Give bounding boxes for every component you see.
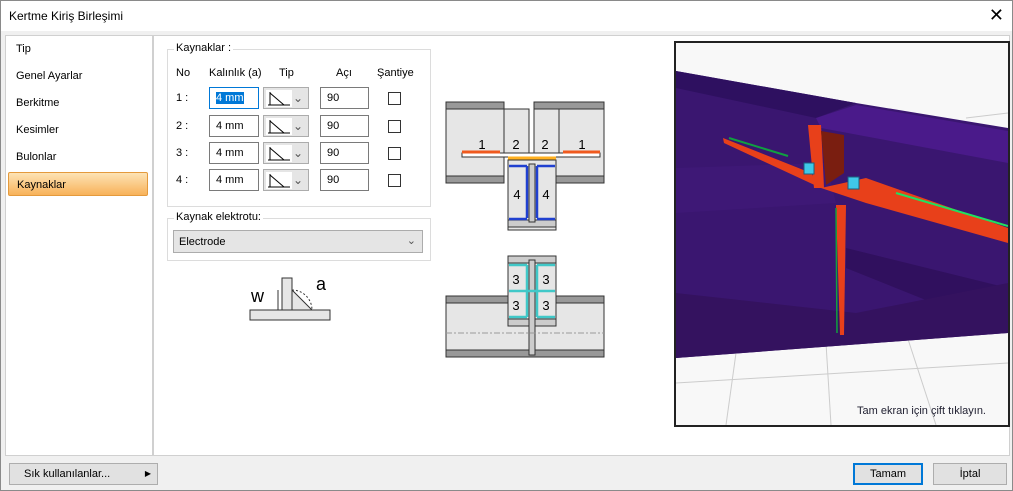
header-type: Tip (279, 67, 294, 79)
weld-angle-input[interactable]: 90 (320, 87, 369, 109)
dialog-window: Kertme Kiriş Birleşimi ✕ Tip Genel Ayarl… (0, 0, 1013, 491)
diagram-label-3: 3 (512, 272, 519, 287)
diagram-label-1: 1 (578, 137, 585, 152)
title-bar: Kertme Kiriş Birleşimi ✕ (1, 1, 1012, 31)
weld-row-no: 2 : (176, 120, 189, 132)
chevron-right-icon: ▶ (144, 469, 151, 478)
header-thickness: Kalınlık (a) (209, 67, 262, 79)
weld-angle-value: 90 (327, 120, 340, 132)
ok-button[interactable]: Tamam (853, 463, 923, 485)
diagram-label-4: 4 (542, 187, 549, 202)
weld-symbol-diagram: w a (249, 274, 331, 321)
weld-angle-input[interactable]: 90 (320, 115, 369, 137)
sidebar: Tip Genel Ayarlar Berkitme Kesimler Bulo… (5, 35, 153, 456)
electrode-value: Electrode (179, 236, 226, 248)
sidebar-item-tip[interactable]: Tip (8, 37, 148, 61)
close-icon[interactable]: ✕ (989, 5, 1004, 26)
weld-angle-input[interactable]: 90 (320, 142, 369, 164)
sidebar-item-berkitme[interactable]: Berkitme (8, 91, 148, 115)
weld-thickness-value: 4 mm (216, 92, 244, 104)
header-site: Şantiye (377, 67, 414, 79)
diagram-label-3: 3 (542, 298, 549, 313)
content-panel: Kaynaklar : No Kalınlık (a) Tip Açı Şant… (153, 35, 1010, 456)
welds-group: Kaynaklar : No Kalınlık (a) Tip Açı Şant… (167, 42, 431, 207)
weld-row-no: 3 : (176, 147, 189, 159)
fillet-weld-icon (266, 172, 292, 189)
weld-thickness-value: 4 mm (216, 174, 244, 186)
cancel-button[interactable]: İptal (933, 463, 1007, 485)
diagram-label-1: 1 (478, 137, 485, 152)
diagram-label-2: 2 (512, 137, 519, 152)
fillet-weld-icon (266, 145, 292, 162)
weld-thickness-value: 4 mm (216, 147, 244, 159)
chevron-down-icon: ⌄ (292, 146, 303, 160)
weld-thickness-input[interactable]: 4 mm (209, 169, 259, 191)
weld-type-select[interactable]: ⌄ (263, 169, 309, 191)
weld-site-checkbox[interactable] (388, 147, 401, 160)
sidebar-item-kesimler[interactable]: Kesimler (8, 118, 148, 142)
electrode-group: Kaynak elektrotu: Electrode ⌄ (167, 211, 431, 261)
diagram-label-3: 3 (512, 298, 519, 313)
weld-type-select[interactable]: ⌄ (263, 87, 309, 109)
weld-type-select[interactable]: ⌄ (263, 142, 309, 164)
weld-angle-input[interactable]: 90 (320, 169, 369, 191)
weld-w-label: w (250, 286, 265, 306)
weld-row-no: 1 : (176, 92, 189, 104)
diagram-label-2: 2 (541, 137, 548, 152)
favorites-button[interactable]: Sık kullanılanlar... ▶ (9, 463, 158, 485)
sidebar-item-genel-ayarlar[interactable]: Genel Ayarlar (8, 64, 148, 88)
weld-angle-value: 90 (327, 174, 340, 186)
weld-type-select[interactable]: ⌄ (263, 115, 309, 137)
weld-thickness-input[interactable]: 4 mm (209, 115, 259, 137)
header-no: No (176, 67, 191, 79)
chevron-down-icon: ⌄ (292, 173, 303, 187)
preview-hint: Tam ekran için çift tıklayın. (857, 405, 986, 417)
weld-thickness-value: 4 mm (216, 120, 244, 132)
weld-angle-value: 90 (327, 147, 340, 159)
welds-group-label: Kaynaklar : (174, 42, 234, 54)
weld-thickness-input[interactable]: 4 mm (209, 142, 259, 164)
fillet-weld-icon (266, 118, 292, 135)
chevron-down-icon: ⌄ (406, 235, 416, 247)
weld-site-checkbox[interactable] (388, 92, 401, 105)
header-angle: Açı (336, 67, 352, 79)
3d-preview[interactable]: Tam ekran için çift tıklayın. (674, 41, 1010, 427)
3d-model-view (676, 71, 1008, 425)
sidebar-item-bulonlar[interactable]: Bulonlar (8, 145, 148, 169)
weld-site-checkbox[interactable] (388, 120, 401, 133)
favorites-label: Sık kullanılanlar... (24, 468, 111, 480)
chevron-down-icon: ⌄ (292, 119, 303, 133)
electrode-group-label: Kaynak elektrotu: (174, 211, 263, 223)
sidebar-item-kaynaklar[interactable]: Kaynaklar (8, 172, 148, 196)
window-title: Kertme Kiriş Birleşimi (9, 9, 124, 23)
weld-angle-value: 90 (327, 92, 340, 104)
electrode-select[interactable]: Electrode ⌄ (173, 230, 423, 253)
diagram-label-4: 4 (513, 187, 520, 202)
weld-row-no: 4 : (176, 174, 189, 186)
diagram-label-3: 3 (542, 272, 549, 287)
fillet-weld-icon (266, 90, 292, 107)
weld-thickness-input[interactable]: 4 mm (209, 87, 259, 109)
joint-diagram: 1 2 2 1 4 4 3 3 3 3 (445, 101, 605, 358)
chevron-down-icon: ⌄ (292, 91, 303, 105)
weld-site-checkbox[interactable] (388, 174, 401, 187)
weld-a-label: a (316, 274, 327, 294)
